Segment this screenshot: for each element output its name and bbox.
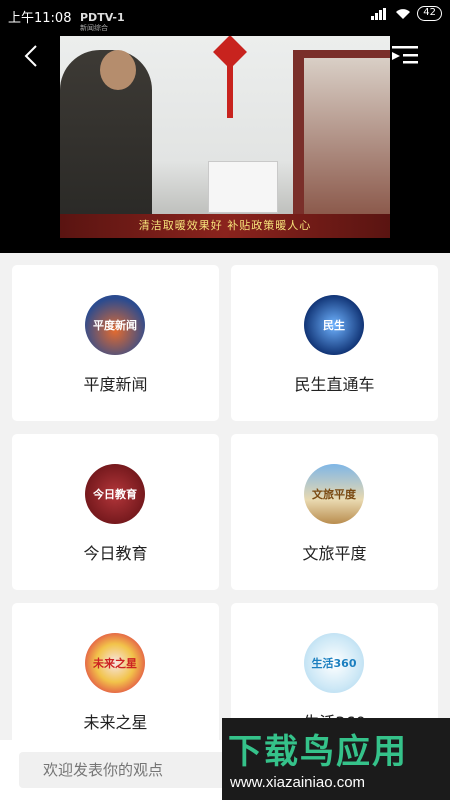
video-door-inside [304,58,390,214]
column-card-minsheng[interactable]: 民生 民生直通车 [231,265,438,421]
column-card-education[interactable]: 今日教育 今日教育 [12,434,219,590]
comment-input[interactable] [19,752,249,788]
minsheng-logo-icon: 民生 [304,295,364,355]
pingdu-news-logo-text: 平度新闻 [93,319,137,332]
culture-travel-logo-text: 文旅平度 [312,488,356,501]
channel-logo-sub: 新闻综合 [80,24,108,32]
life-360-logo-icon: 生活360 [304,633,364,693]
education-logo-text: 今日教育 [93,488,137,501]
minsheng-logo-text: 民生 [323,319,345,332]
playlist-icon[interactable] [392,44,418,66]
column-title: 今日教育 [83,544,148,563]
culture-travel-logo-icon: 文旅平度 [304,464,364,524]
caption-strip: 清洁取暖效果好 补贴政策暖人心 [60,214,390,240]
column-title: 文旅平度 [302,544,367,563]
watermark-url: www.xiazainiao.com [230,774,366,791]
video-person-head [100,50,136,90]
future-star-logo-icon: 未来之星 [85,633,145,693]
column-title: 平度新闻 [83,375,148,394]
column-title: 未来之星 [83,713,148,732]
column-title: 民生直通车 [294,375,375,394]
watermark-title: 下载鸟应用 [228,732,408,772]
channel-logo: PDTV-1 新闻综合 [80,12,125,34]
signal-icon [371,7,389,20]
column-card-pingdu-news[interactable]: 平度新闻 平度新闻 [12,265,219,421]
status-time: 上午11:08 [8,11,72,26]
status-bar: 上午11:08 42 [0,0,450,30]
video-player[interactable]: 上午11:08 42 PDTV-1 新闻综合 清洁取暖效果好 补贴政策暖人心 [0,0,450,253]
education-logo-icon: 今日教育 [85,464,145,524]
video-heater [208,161,278,213]
wifi-icon [396,8,411,19]
battery-icon: 42 [417,6,442,21]
column-card-culture-travel[interactable]: 文旅平度 文旅平度 [231,434,438,590]
status-icons: 42 [371,6,442,21]
life-360-logo-text: 生活360 [311,657,357,670]
chinese-knot-icon [213,36,247,118]
video-caption: 清洁取暖效果好 补贴政策暖人心 [60,214,390,238]
pingdu-news-logo-icon: 平度新闻 [85,295,145,355]
column-card-future-star[interactable]: 未来之星 未来之星 [12,603,219,759]
future-star-logo-text: 未来之星 [93,657,137,670]
video-frame [60,36,390,214]
watermark: 下载鸟应用 www.xiazainiao.com [222,718,450,800]
back-icon[interactable] [20,44,44,68]
